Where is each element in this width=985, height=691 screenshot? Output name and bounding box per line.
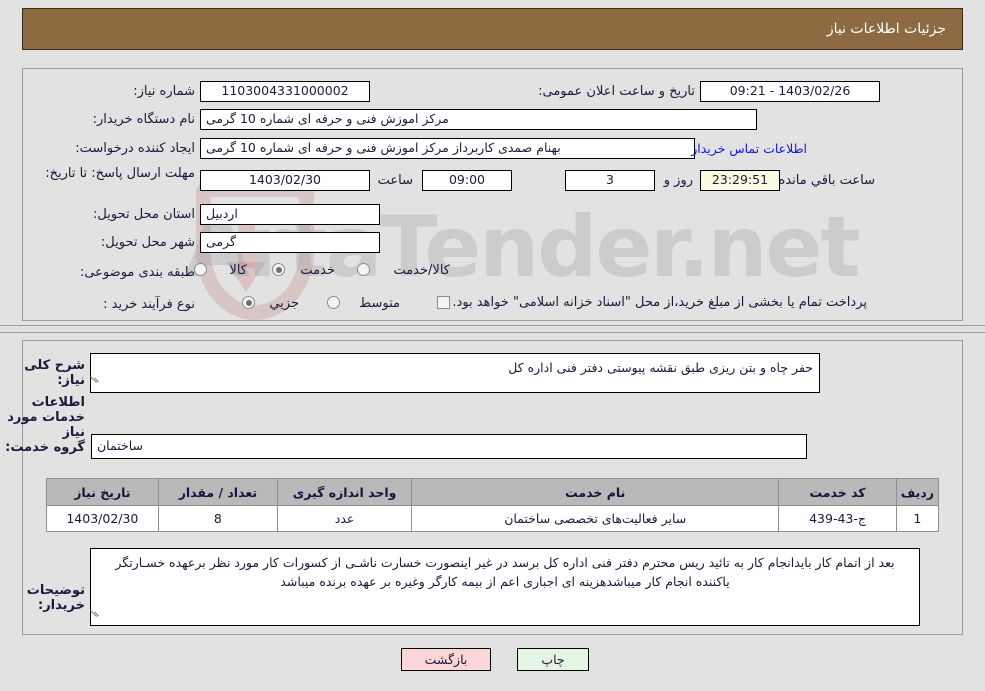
label-deadline: مهلت ارسال پاسخ: تا تاریخ: bbox=[45, 166, 195, 181]
page-header: جزئیات اطلاعات نیاز bbox=[22, 8, 963, 50]
label-time-remaining: ساعت باقي مانده bbox=[778, 173, 875, 188]
field-days-left: 3 bbox=[565, 170, 655, 191]
label-treasury-documents: پرداخت تمام یا بخشی از مبلغ خرید،از محل … bbox=[452, 295, 867, 310]
field-deadline-hour[interactable]: 09:00 bbox=[422, 170, 512, 191]
radio-label-category-khedmat[interactable]: خدمت bbox=[300, 263, 335, 278]
radio-purchase-jozii[interactable] bbox=[242, 296, 255, 309]
radio-category-kala-khedmat[interactable] bbox=[357, 263, 370, 276]
table-header-code: کد خدمت bbox=[778, 478, 897, 506]
label-category: طبقه بندی موضوعی: bbox=[79, 265, 195, 280]
radio-label-category-kala[interactable]: کالا bbox=[229, 263, 247, 278]
field-buyer-org[interactable]: مرکز اموزش فنی و حرفه ای شماره 10 گرمی bbox=[200, 109, 757, 130]
label-hour: ساعت bbox=[377, 173, 413, 188]
label-buyer-org: نام دستگاه خریدار: bbox=[92, 112, 195, 127]
label-day-and: روز و bbox=[663, 173, 693, 188]
cell-unit: عدد bbox=[277, 505, 413, 532]
field-city[interactable]: گرمی bbox=[200, 232, 380, 253]
resize-grip-general-description[interactable] bbox=[89, 374, 101, 386]
cell-qty: 8 bbox=[157, 505, 279, 532]
section-title-services: اطلاعات خدمات مورد نیاز bbox=[7, 395, 85, 440]
label-purchase-type: نوع فرآیند خرید : bbox=[103, 297, 195, 312]
table-header-row: ردیف کد خدمت نام خدمت واحد اندازه گیری ت… bbox=[46, 478, 940, 506]
label-buyer-notes: توضیحات خریدار: bbox=[26, 583, 85, 613]
divider-bottom bbox=[0, 332, 985, 333]
checkbox-treasury-documents[interactable] bbox=[437, 296, 450, 309]
cell-date: 1403/02/30 bbox=[46, 505, 159, 532]
table-header-date: تاریخ نیاز bbox=[46, 478, 159, 506]
page-title: جزئیات اطلاعات نیاز bbox=[826, 21, 946, 37]
label-general-description: شرح کلی نیاز: bbox=[24, 358, 85, 388]
need-info-panel bbox=[22, 68, 963, 321]
field-buyer-notes[interactable]: بعد از اتمام کار بایدانجام کار به تائید … bbox=[90, 548, 920, 626]
label-city: شهر محل تحویل: bbox=[100, 235, 195, 250]
field-service-group[interactable]: ساختمان bbox=[91, 434, 807, 459]
table-header-radif: ردیف bbox=[895, 478, 940, 506]
field-general-description[interactable]: حفر چاه و بتن ریزی طبق نقشه پیوستی دفتر … bbox=[90, 353, 820, 393]
page-root: ArtaTender.net جزئیات اطلاعات نیاز شماره… bbox=[0, 0, 985, 691]
label-requester: ایجاد کننده درخواست: bbox=[75, 141, 195, 156]
radio-purchase-motavaset[interactable] bbox=[327, 296, 340, 309]
field-need-number[interactable]: 1103004331000002 bbox=[200, 81, 370, 102]
radio-label-purchase-jozii[interactable]: جزیي bbox=[269, 296, 299, 311]
table-header-unit: واحد اندازه گیری bbox=[277, 478, 413, 506]
label-service-group: گروه خدمت: bbox=[5, 440, 85, 455]
back-button[interactable]: بازگشت bbox=[401, 648, 491, 671]
field-deadline-date[interactable]: 1403/02/30 bbox=[200, 170, 370, 191]
cell-name: سایر فعالیت‌های تخصصی ساختمان bbox=[411, 505, 780, 532]
table-row: 1 ج-43-439 سایر فعالیت‌های تخصصی ساختمان… bbox=[46, 505, 940, 532]
cell-code: ج-43-439 bbox=[778, 505, 897, 532]
field-announce-datetime[interactable]: 1403/02/26 - 09:21 bbox=[700, 81, 880, 102]
services-table: ردیف کد خدمت نام خدمت واحد اندازه گیری ت… bbox=[46, 478, 940, 532]
divider-top bbox=[0, 325, 985, 326]
radio-label-purchase-motavaset[interactable]: متوسط bbox=[359, 296, 400, 311]
label-announce-datetime: تاریخ و ساعت اعلان عمومی: bbox=[538, 84, 695, 99]
label-province: استان محل تحویل: bbox=[93, 207, 195, 222]
radio-category-kala[interactable] bbox=[194, 263, 207, 276]
buyer-contact-link[interactable]: اطلاعات تماس خریدار bbox=[691, 141, 807, 157]
resize-grip-buyer-notes[interactable] bbox=[89, 608, 101, 620]
print-button[interactable]: چاپ bbox=[517, 648, 589, 671]
table-header-name: نام خدمت bbox=[411, 478, 780, 506]
field-time-remaining: 23:29:51 bbox=[700, 170, 780, 191]
cell-radif: 1 bbox=[895, 505, 940, 532]
radio-category-khedmat[interactable] bbox=[272, 263, 285, 276]
field-province[interactable]: اردبیل bbox=[200, 204, 380, 225]
label-need-number: شماره نیاز: bbox=[133, 84, 195, 99]
field-requester[interactable]: بهنام صمدی کاربرداز مرکز اموزش فنی و حرف… bbox=[200, 138, 695, 159]
table-header-qty: تعداد / مقدار bbox=[157, 478, 279, 506]
radio-label-category-kala-khedmat[interactable]: کالا/خدمت bbox=[393, 263, 450, 278]
